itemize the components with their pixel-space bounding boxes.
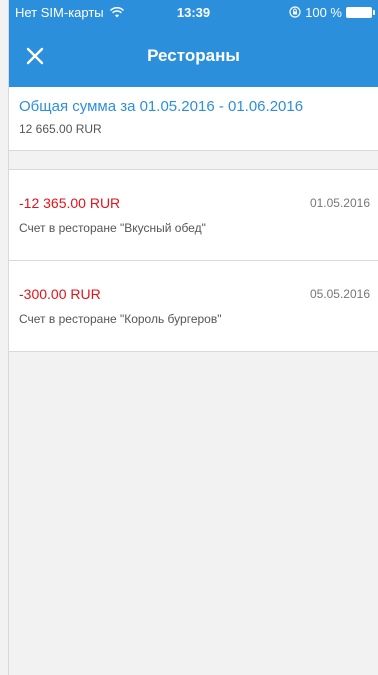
- header: Нет SIM-карты 13:39 100 % Рестораны: [9, 0, 378, 87]
- app-screen: Нет SIM-карты 13:39 100 % Рестораны Обща…: [8, 0, 378, 675]
- status-bar: Нет SIM-карты 13:39 100 %: [9, 0, 378, 24]
- transaction-row[interactable]: -12 365.00 RUR 01.05.2016 Счет в рестора…: [9, 170, 378, 261]
- close-icon[interactable]: [23, 44, 47, 68]
- battery-percent: 100 %: [305, 4, 342, 20]
- summary-amount: 12 665.00 RUR: [19, 122, 102, 136]
- wifi-icon: [109, 6, 124, 17]
- section-divider: [9, 151, 378, 170]
- transaction-description: Счет в ресторане "Король бургеров": [19, 312, 222, 326]
- transaction-date: 01.05.2016: [309, 196, 370, 210]
- page-title: Рестораны: [147, 45, 240, 65]
- summary-card: Общая сумма за 01.05.2016 - 01.06.2016 1…: [9, 87, 378, 151]
- nav-bar: Рестораны: [9, 24, 378, 87]
- status-time: 13:39: [176, 4, 211, 20]
- battery-icon: [346, 6, 375, 18]
- transaction-row[interactable]: -300.00 RUR 05.05.2016 Счет в ресторане …: [9, 261, 378, 352]
- transaction-description: Счет в ресторане "Вкусный обед": [19, 221, 206, 235]
- carrier-label: Нет SIM-карты: [15, 4, 104, 20]
- summary-title: Общая сумма за 01.05.2016 - 01.06.2016: [19, 98, 304, 115]
- transaction-date: 05.05.2016: [309, 287, 370, 301]
- rotation-lock-icon: [289, 6, 301, 18]
